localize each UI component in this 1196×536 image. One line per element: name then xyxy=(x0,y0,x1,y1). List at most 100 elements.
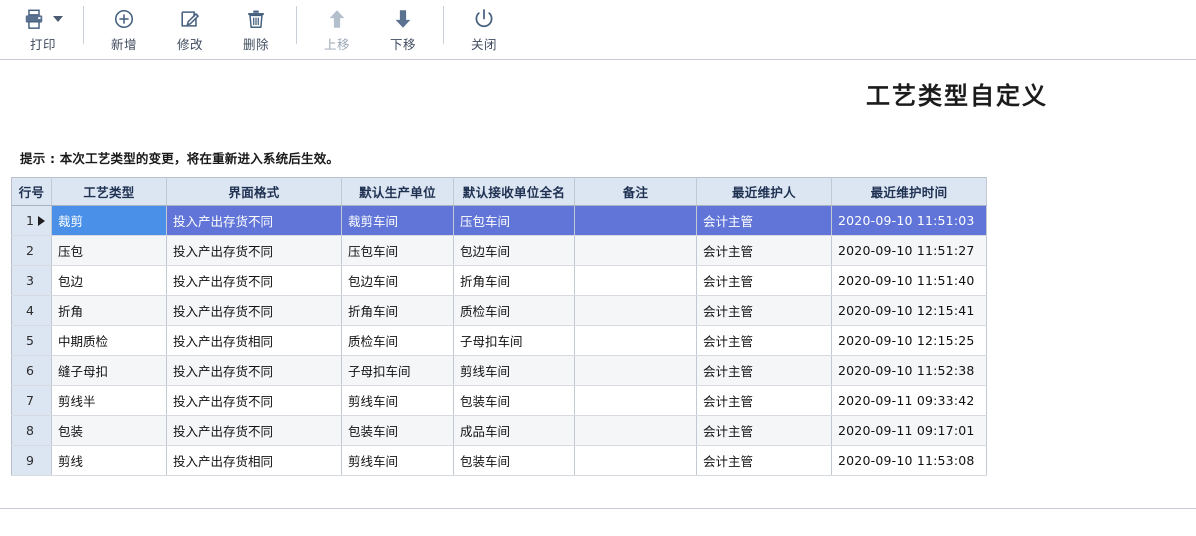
data-grid[interactable]: 行号工艺类型界面格式默认生产单位默认接收单位全名备注最近维护人最近维护时间 1裁… xyxy=(11,177,987,476)
table-row[interactable]: 4折角投入产出存货不同折角车间质检车间 会计主管2020-09-10 12:15:… xyxy=(12,296,987,326)
row-number-cell[interactable]: 4 xyxy=(12,296,52,326)
cell-maintain_time[interactable]: 2020-09-10 11:53:08 xyxy=(832,446,987,476)
cell-prod_unit[interactable]: 剪线车间 xyxy=(342,386,454,416)
delete-button[interactable]: 删除 xyxy=(223,0,289,53)
row-number-cell[interactable]: 5 xyxy=(12,326,52,356)
cell-recv_unit[interactable]: 包边车间 xyxy=(454,236,575,266)
cell-recv_unit[interactable]: 压包车间 xyxy=(454,206,575,236)
grid-col-header-format[interactable]: 界面格式 xyxy=(167,178,342,206)
cell-type[interactable]: 缝子母扣 xyxy=(52,356,167,386)
cell-maintainer[interactable]: 会计主管 xyxy=(697,266,832,296)
table-row[interactable]: 8包装投入产出存货不同包装车间成品车间 会计主管2020-09-11 09:17:… xyxy=(12,416,987,446)
cell-maintain_time[interactable]: 2020-09-10 11:52:38 xyxy=(832,356,987,386)
cell-maintainer[interactable]: 会计主管 xyxy=(697,386,832,416)
cell-format[interactable]: 投入产出存货不同 xyxy=(167,236,342,266)
cell-maintain_time[interactable]: 2020-09-11 09:33:42 xyxy=(832,386,987,416)
grid-col-header-recv_unit[interactable]: 默认接收单位全名 xyxy=(454,178,575,206)
cell-remark[interactable] xyxy=(575,266,697,296)
cell-remark[interactable] xyxy=(575,446,697,476)
cell-prod_unit[interactable]: 压包车间 xyxy=(342,236,454,266)
cell-remark[interactable] xyxy=(575,416,697,446)
chevron-down-icon[interactable] xyxy=(53,16,63,22)
cell-type[interactable]: 裁剪 xyxy=(52,206,167,236)
grid-col-header-maintain_time[interactable]: 最近维护时间 xyxy=(832,178,987,206)
cell-recv_unit[interactable]: 包装车间 xyxy=(454,446,575,476)
cell-remark[interactable] xyxy=(575,236,697,266)
grid-col-header-prod_unit[interactable]: 默认生产单位 xyxy=(342,178,454,206)
cell-maintain_time[interactable]: 2020-09-10 11:51:03 xyxy=(832,206,987,236)
cell-maintain_time[interactable]: 2020-09-11 09:17:01 xyxy=(832,416,987,446)
cell-type[interactable]: 剪线半 xyxy=(52,386,167,416)
table-row[interactable]: 6缝子母扣投入产出存货不同子母扣车间剪线车间 会计主管2020-09-10 11:… xyxy=(12,356,987,386)
cell-maintainer[interactable]: 会计主管 xyxy=(697,356,832,386)
row-number-cell[interactable]: 7 xyxy=(12,386,52,416)
grid-col-header-remark[interactable]: 备注 xyxy=(575,178,697,206)
cell-format[interactable]: 投入产出存货相同 xyxy=(167,446,342,476)
data-grid-container[interactable]: 行号工艺类型界面格式默认生产单位默认接收单位全名备注最近维护人最近维护时间 1裁… xyxy=(11,177,986,476)
cell-maintainer[interactable]: 会计主管 xyxy=(697,236,832,266)
cell-maintainer[interactable]: 会计主管 xyxy=(697,446,832,476)
grid-col-header-maintainer[interactable]: 最近维护人 xyxy=(697,178,832,206)
table-row[interactable]: 3包边投入产出存货不同包边车间折角车间 会计主管2020-09-10 11:51:… xyxy=(12,266,987,296)
row-number-cell[interactable]: 8 xyxy=(12,416,52,446)
grid-col-header-rownum[interactable]: 行号 xyxy=(12,178,52,206)
grid-col-header-type[interactable]: 工艺类型 xyxy=(52,178,167,206)
row-number-cell[interactable]: 9 xyxy=(12,446,52,476)
cell-recv_unit[interactable]: 折角车间 xyxy=(454,266,575,296)
cell-recv_unit[interactable]: 包装车间 xyxy=(454,386,575,416)
move-down-button[interactable]: 下移 xyxy=(370,0,436,53)
cell-maintainer[interactable]: 会计主管 xyxy=(697,296,832,326)
cell-type[interactable]: 包装 xyxy=(52,416,167,446)
cell-recv_unit[interactable]: 质检车间 xyxy=(454,296,575,326)
table-row[interactable]: 1裁剪投入产出存货不同裁剪车间压包车间 会计主管2020-09-10 11:51:… xyxy=(12,206,987,236)
cell-maintain_time[interactable]: 2020-09-10 12:15:25 xyxy=(832,326,987,356)
cell-format[interactable]: 投入产出存货不同 xyxy=(167,296,342,326)
cell-prod_unit[interactable]: 裁剪车间 xyxy=(342,206,454,236)
cell-recv_unit[interactable]: 成品车间 xyxy=(454,416,575,446)
cell-type[interactable]: 折角 xyxy=(52,296,167,326)
table-row[interactable]: 9剪线投入产出存货相同剪线车间包装车间 会计主管2020-09-10 11:53:… xyxy=(12,446,987,476)
cell-maintainer[interactable]: 会计主管 xyxy=(697,206,832,236)
cell-prod_unit[interactable]: 子母扣车间 xyxy=(342,356,454,386)
row-number-cell[interactable]: 2 xyxy=(12,236,52,266)
cell-prod_unit[interactable]: 包装车间 xyxy=(342,416,454,446)
close-button[interactable]: 关闭 xyxy=(451,0,517,53)
cell-remark[interactable] xyxy=(575,206,697,236)
row-number-cell[interactable]: 6 xyxy=(12,356,52,386)
cell-remark[interactable] xyxy=(575,326,697,356)
cell-remark[interactable] xyxy=(575,296,697,326)
cell-type[interactable]: 压包 xyxy=(52,236,167,266)
table-row[interactable]: 5中期质检投入产出存货相同质检车间子母扣车间 会计主管2020-09-10 12:… xyxy=(12,326,987,356)
cell-prod_unit[interactable]: 质检车间 xyxy=(342,326,454,356)
print-button[interactable]: 打印 xyxy=(10,0,76,53)
cell-format[interactable]: 投入产出存货不同 xyxy=(167,356,342,386)
cell-recv_unit[interactable]: 剪线车间 xyxy=(454,356,575,386)
cell-maintain_time[interactable]: 2020-09-10 11:51:27 xyxy=(832,236,987,266)
cell-maintainer[interactable]: 会计主管 xyxy=(697,326,832,356)
cell-format[interactable]: 投入产出存货不同 xyxy=(167,416,342,446)
row-number-cell[interactable]: 1 xyxy=(12,206,52,236)
cell-prod_unit[interactable]: 包边车间 xyxy=(342,266,454,296)
cell-type[interactable]: 包边 xyxy=(52,266,167,296)
add-button[interactable]: 新增 xyxy=(91,0,157,53)
cell-format[interactable]: 投入产出存货不同 xyxy=(167,386,342,416)
cell-maintain_time[interactable]: 2020-09-10 11:51:40 xyxy=(832,266,987,296)
cell-maintain_time[interactable]: 2020-09-10 12:15:41 xyxy=(832,296,987,326)
cell-type[interactable]: 剪线 xyxy=(52,446,167,476)
cell-recv_unit[interactable]: 子母扣车间 xyxy=(454,326,575,356)
cell-type[interactable]: 中期质检 xyxy=(52,326,167,356)
cell-prod_unit[interactable]: 折角车间 xyxy=(342,296,454,326)
cell-prod_unit[interactable]: 剪线车间 xyxy=(342,446,454,476)
add-button-label: 新增 xyxy=(111,34,137,53)
table-row[interactable]: 7剪线半投入产出存货不同剪线车间包装车间 会计主管2020-09-11 09:33… xyxy=(12,386,987,416)
cell-format[interactable]: 投入产出存货相同 xyxy=(167,326,342,356)
cell-format[interactable]: 投入产出存货不同 xyxy=(167,266,342,296)
cell-format[interactable]: 投入产出存货不同 xyxy=(167,206,342,236)
grid-body[interactable]: 1裁剪投入产出存货不同裁剪车间压包车间会计主管2020-09-10 11:51:… xyxy=(12,206,987,476)
edit-button[interactable]: 修改 xyxy=(157,0,223,53)
table-row[interactable]: 2压包投入产出存货不同压包车间包边车间 会计主管2020-09-10 11:51:… xyxy=(12,236,987,266)
cell-remark[interactable] xyxy=(575,356,697,386)
cell-remark[interactable] xyxy=(575,386,697,416)
row-number-cell[interactable]: 3 xyxy=(12,266,52,296)
cell-maintainer[interactable]: 会计主管 xyxy=(697,416,832,446)
